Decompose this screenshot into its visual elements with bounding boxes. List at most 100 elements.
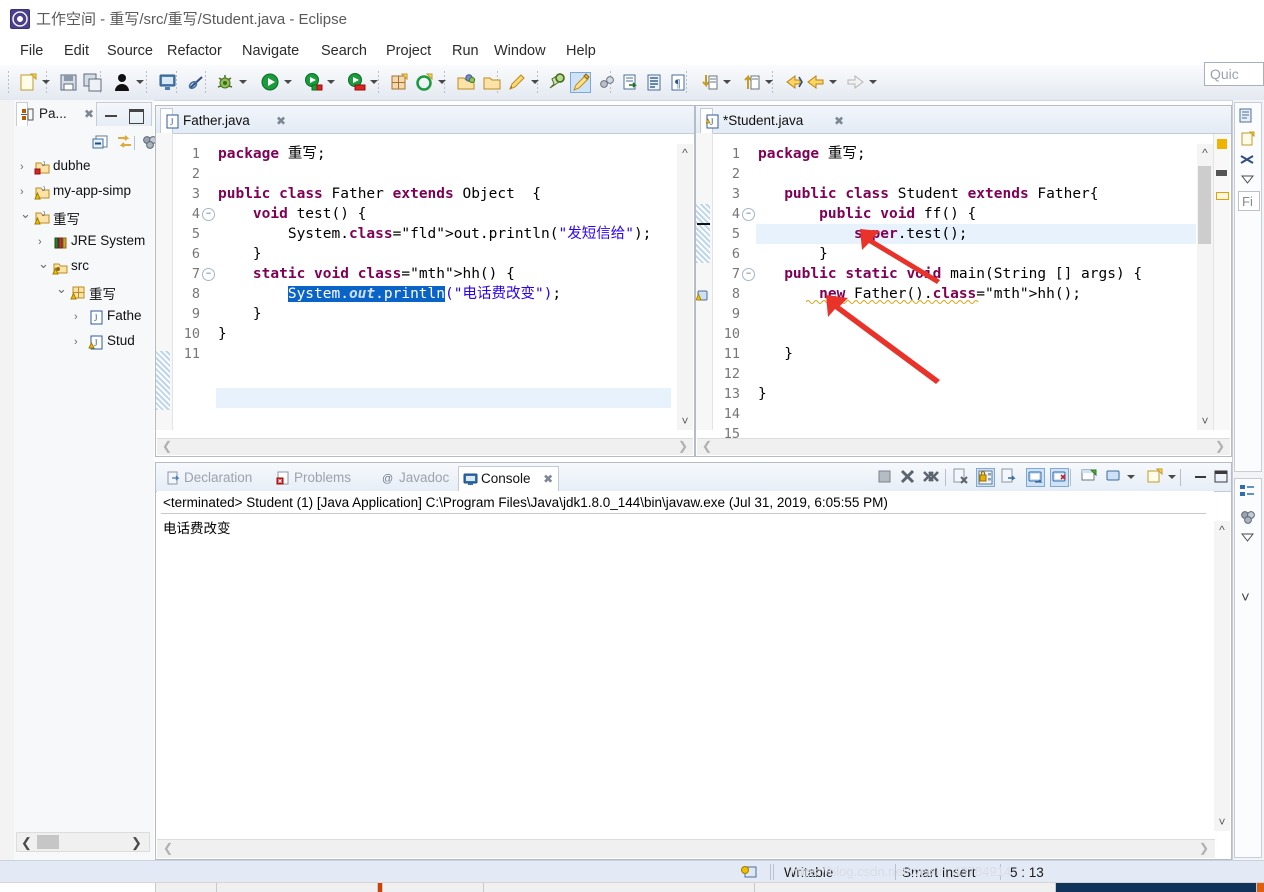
- chevron-left-icon[interactable]: ❮: [162, 439, 172, 453]
- debug-icon[interactable]: [215, 72, 236, 93]
- chevron-down-icon[interactable]: [765, 80, 773, 84]
- overview-warning-mark[interactable]: [1217, 139, 1227, 149]
- code-line[interactable]: public class Student extends Father{: [758, 184, 1142, 204]
- console-output-area[interactable]: <terminated> Student (1) [Java Applicati…: [157, 491, 1214, 831]
- task-list-view-minimized[interactable]: ˅: [1234, 478, 1262, 858]
- code-line[interactable]: void test() {: [218, 204, 651, 224]
- folding-cell[interactable]: −: [202, 264, 216, 284]
- folding-cell[interactable]: −: [202, 204, 216, 224]
- console-vscrollbar[interactable]: ^ ˅: [1214, 521, 1230, 831]
- terminate-icon[interactable]: [876, 468, 895, 487]
- student-folding-column[interactable]: − −: [742, 144, 756, 444]
- chevron-down-icon[interactable]: [869, 80, 877, 84]
- menu-project[interactable]: Project: [382, 41, 435, 61]
- clear-console-icon[interactable]: [952, 468, 971, 487]
- folding-cell[interactable]: [742, 344, 756, 364]
- folding-cell[interactable]: [742, 224, 756, 244]
- chevron-down-icon[interactable]: [723, 80, 731, 84]
- new-icon[interactable]: [1240, 131, 1256, 150]
- show-console-on-output-icon[interactable]: [1026, 468, 1045, 487]
- overview-annotation-mark[interactable]: [1216, 192, 1229, 200]
- coverage-icon[interactable]: [303, 72, 324, 93]
- folding-cell[interactable]: [742, 184, 756, 204]
- save-icon[interactable]: [58, 72, 79, 93]
- save-all-icon[interactable]: [82, 72, 103, 93]
- tab-javadoc[interactable]: @ Javadoc: [377, 466, 460, 491]
- folding-cell[interactable]: [202, 304, 216, 324]
- package-explorer-hscrollbar[interactable]: ❮ ❯: [16, 832, 150, 852]
- code-line[interactable]: public static void main(String [] args) …: [758, 264, 1142, 284]
- folding-cell[interactable]: [202, 244, 216, 264]
- folding-cell[interactable]: −: [742, 264, 756, 284]
- display-selected-console-icon[interactable]: [1105, 468, 1124, 487]
- show-pilcrow-icon[interactable]: ¶: [668, 72, 689, 93]
- folding-cell[interactable]: [742, 164, 756, 184]
- father-editor[interactable]: J Father.java ✖ 1 2 3 4 5 6 7 8 9 10 11 − − package…: [155, 105, 695, 457]
- show-whitespace-icon[interactable]: [644, 72, 665, 93]
- code-line[interactable]: super.test();: [758, 224, 1142, 244]
- chevron-down-icon[interactable]: [438, 80, 446, 84]
- tree-item-fathe[interactable]: › J Fathe: [14, 305, 154, 330]
- chevron-right-icon[interactable]: ›: [20, 161, 30, 173]
- chevron-left-icon[interactable]: ❮: [163, 841, 173, 855]
- folding-cell[interactable]: [202, 184, 216, 204]
- minimize-icon[interactable]: [1192, 468, 1211, 487]
- chevron-down-icon[interactable]: [370, 80, 378, 84]
- code-line[interactable]: public void ff() {: [758, 204, 1142, 224]
- view-menu-icon[interactable]: [1240, 531, 1255, 545]
- next-edit-icon[interactable]: [699, 72, 720, 93]
- chevron-down-icon[interactable]: ⌄: [20, 207, 31, 220]
- code-line[interactable]: [218, 164, 651, 184]
- link-with-editor-icon[interactable]: [116, 134, 133, 153]
- chevron-right-icon[interactable]: ›: [74, 336, 84, 348]
- tab-console[interactable]: Console ✖: [458, 466, 560, 491]
- link-editor-icon[interactable]: [597, 72, 618, 93]
- menu-window[interactable]: Window: [490, 41, 550, 61]
- maximize-icon[interactable]: [1212, 468, 1231, 487]
- menu-refactor[interactable]: Refactor: [163, 41, 226, 61]
- code-line[interactable]: }: [758, 344, 1142, 364]
- chevron-left-icon[interactable]: ❮: [702, 439, 712, 453]
- folding-cell[interactable]: [202, 324, 216, 344]
- build-status-icon[interactable]: [740, 864, 758, 883]
- chevron-down-icon[interactable]: [284, 80, 292, 84]
- back-icon[interactable]: [805, 72, 826, 93]
- folding-cell[interactable]: [742, 304, 756, 324]
- quick-fix-icon[interactable]: [507, 72, 528, 93]
- code-line[interactable]: [218, 344, 651, 364]
- code-line[interactable]: }: [218, 304, 651, 324]
- father-folding-column[interactable]: − −: [202, 144, 216, 364]
- overview-occurrence-mark[interactable]: [1216, 170, 1227, 176]
- previous-edit-icon[interactable]: [741, 72, 762, 93]
- chevron-up-icon[interactable]: ^: [1197, 146, 1213, 160]
- folding-cell[interactable]: [202, 344, 216, 364]
- father-vscrollbar[interactable]: ^ ˅: [677, 144, 693, 430]
- code-line[interactable]: [758, 364, 1142, 384]
- student-overview-ruler[interactable]: [1213, 134, 1230, 430]
- tab-father-java[interactable]: J Father.java ✖: [160, 108, 286, 133]
- menu-run[interactable]: Run: [448, 41, 483, 61]
- group-icon[interactable]: [1240, 509, 1257, 528]
- console-hscrollbar[interactable]: ❮ ❯: [157, 839, 1215, 858]
- chevron-left-icon[interactable]: ❮: [21, 835, 32, 851]
- collapse-icon[interactable]: −: [742, 268, 755, 281]
- tree-item-jre-system[interactable]: › JRE System: [14, 230, 154, 255]
- collapse-icon[interactable]: −: [202, 268, 215, 281]
- menu-source[interactable]: Source: [103, 41, 157, 61]
- new-class-icon[interactable]: [414, 72, 435, 93]
- close-icon[interactable]: ✖: [84, 107, 94, 121]
- folding-cell[interactable]: [202, 164, 216, 184]
- close-icon[interactable]: ✖: [276, 114, 286, 128]
- father-hscrollbar[interactable]: ❮ ❯: [157, 438, 693, 455]
- search-icon[interactable]: [547, 72, 568, 93]
- chevron-down-icon[interactable]: [1127, 475, 1135, 479]
- menu-edit[interactable]: Edit: [60, 41, 93, 61]
- forward-icon[interactable]: [845, 72, 866, 93]
- remove-launch-icon[interactable]: [899, 468, 918, 487]
- view-menu-icon[interactable]: [1240, 173, 1255, 187]
- outline-view-minimized[interactable]: Fi: [1234, 102, 1262, 472]
- chevron-right-icon[interactable]: ❯: [678, 439, 688, 453]
- open-console-icon[interactable]: [157, 72, 178, 93]
- code-line[interactable]: }: [758, 244, 1142, 264]
- chevron-down-icon[interactable]: ⌄: [56, 282, 67, 295]
